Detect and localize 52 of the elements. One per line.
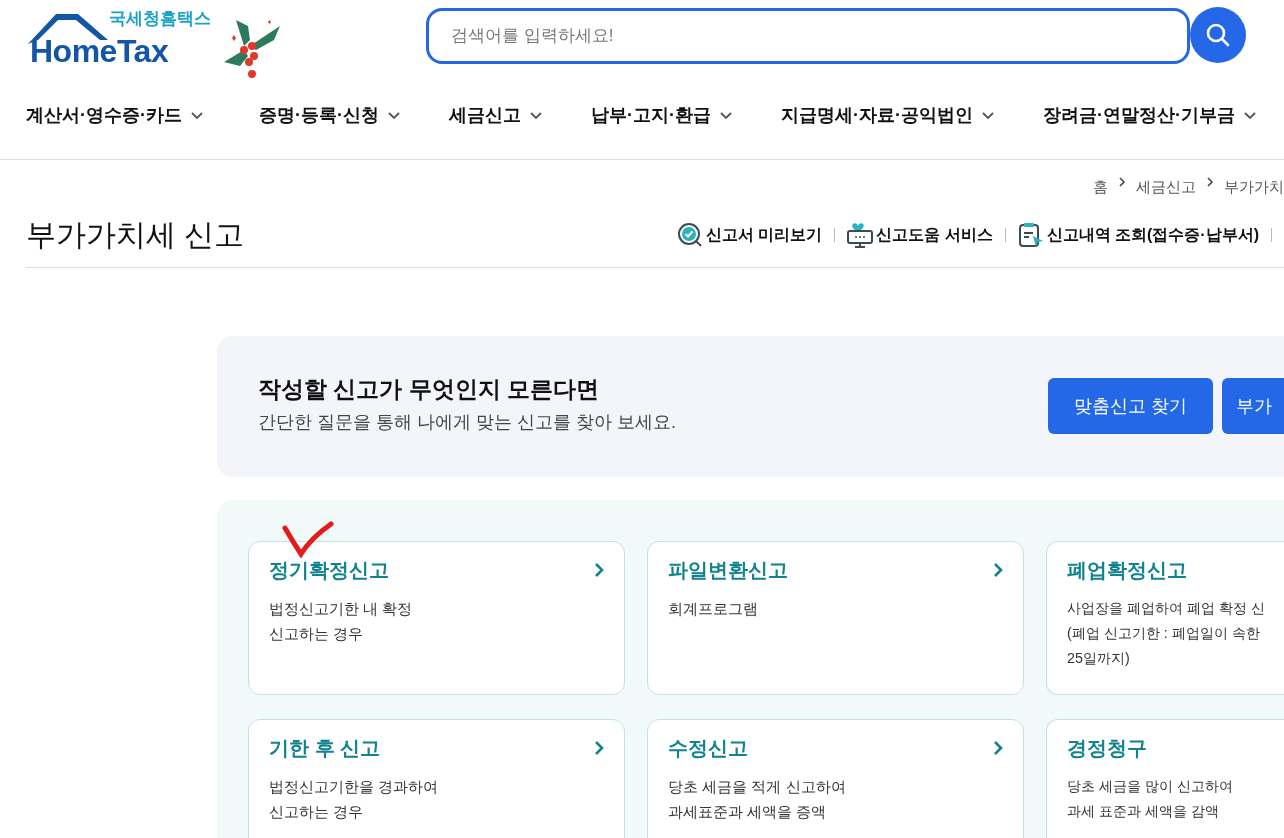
card-description: 사업장을 폐업하여 폐업 확정 신 (폐업 신고기한 : 폐업일이 속한 25일까지) xyxy=(1067,598,1266,668)
check-mark-drawing xyxy=(281,519,335,558)
nav-menu-item[interactable]: 계산서·영수증·카드 xyxy=(26,102,204,129)
report-type-card[interactable]: 폐업확정신고 사업장을 폐업하여 폐업 확정 신 (폐업 신고기한 : 폐업일이 속한 25일까지) xyxy=(1046,540,1284,695)
chevron-right-icon xyxy=(1118,176,1126,188)
chevron-down-icon xyxy=(190,110,204,121)
magnifier-check-icon xyxy=(676,221,703,248)
chevron-down-icon xyxy=(387,110,401,121)
quick-link[interactable]: 신고서 미리보기 xyxy=(676,221,823,248)
quick-link[interactable]: 신고도움 서비스 xyxy=(847,221,993,248)
nav-menu-item[interactable]: 증명·등록·신청 xyxy=(259,102,401,129)
report-type-card[interactable]: 파일변환신고 회계프로그램 xyxy=(647,540,1024,695)
nav-menu-item[interactable]: 세금신고 xyxy=(449,102,543,129)
nav-menu-item[interactable]: 지급명세·자료·공익법인 xyxy=(781,102,995,129)
find-report-button[interactable]: 부가 xyxy=(1222,378,1284,434)
logo-subtitle: 국세청홈택스 xyxy=(109,10,211,29)
find-report-button[interactable]: 맞춤신고 찾기 xyxy=(1048,378,1213,434)
chevron-down-icon xyxy=(529,110,543,121)
card-title: 정기확정신고 xyxy=(269,557,389,582)
card-description: 법정신고기한 내 확정 신고하는 경우 xyxy=(269,598,414,644)
finder-heading: 작성할 신고가 무엇인지 모른다면 xyxy=(258,375,601,404)
document-cursor-icon xyxy=(1017,221,1044,248)
page-title: 부가가치세 신고 xyxy=(26,216,245,253)
report-type-card[interactable]: 경정청구 당초 세금을 많이 신고하여 과세 표준과 세액을 감액 xyxy=(1046,718,1284,838)
chevron-down-icon xyxy=(981,110,995,121)
report-type-card[interactable]: 정기확정신고 법정신고기한 내 확정 신고하는 경우 xyxy=(248,540,625,695)
quick-link[interactable]: 신고내역 조회(접수증·납부서) xyxy=(1017,221,1259,248)
report-type-card[interactable]: 기한 후 신고 법정신고기한을 경과하여 신고하는 경우 xyxy=(248,718,625,838)
card-description: 당초 세금을 많이 신고하여 과세 표준과 세액을 감액 xyxy=(1067,776,1234,821)
nav-menu-item[interactable]: 납부·고지·환급 xyxy=(591,102,733,129)
breadcrumb-link[interactable]: 세금신고 xyxy=(1136,176,1196,199)
card-title: 기한 후 신고 xyxy=(269,735,381,760)
nav-menu-item[interactable]: 장려금·연말정산·기부금 xyxy=(1043,102,1257,129)
card-title: 수정신고 xyxy=(668,735,748,760)
chevron-down-icon xyxy=(719,110,733,121)
report-type-card[interactable]: 수정신고 당초 세금을 적게 신고하여 과세표준과 세액을 증액 xyxy=(647,718,1024,838)
search-field[interactable]: 검색어를 입력하세요! xyxy=(426,8,1190,64)
logo-title[interactable]: HomeTax xyxy=(30,32,169,71)
breadcrumb-link[interactable]: 홈 xyxy=(1093,176,1108,199)
search-button[interactable] xyxy=(1190,7,1246,63)
search-icon xyxy=(1205,22,1231,48)
card-title: 파일변환신고 xyxy=(668,557,788,582)
breadcrumb-link[interactable]: 부가가치 xyxy=(1224,176,1284,199)
card-description: 당초 세금을 적게 신고하여 과세표준과 세액을 증액 xyxy=(668,776,847,822)
chevron-right-icon xyxy=(1206,176,1214,188)
card-title: 경정청구 xyxy=(1067,735,1147,760)
chevron-down-icon xyxy=(1243,110,1257,121)
monitor-heart-icon xyxy=(847,221,874,248)
card-description: 회계프로그램 xyxy=(668,598,759,619)
finder-description: 간단한 질문을 통해 나에게 맞는 신고를 찾아 보세요. xyxy=(258,411,676,435)
card-description: 법정신고기한을 경과하여 신고하는 경우 xyxy=(269,776,440,822)
card-title: 폐업확정신고 xyxy=(1067,557,1187,582)
